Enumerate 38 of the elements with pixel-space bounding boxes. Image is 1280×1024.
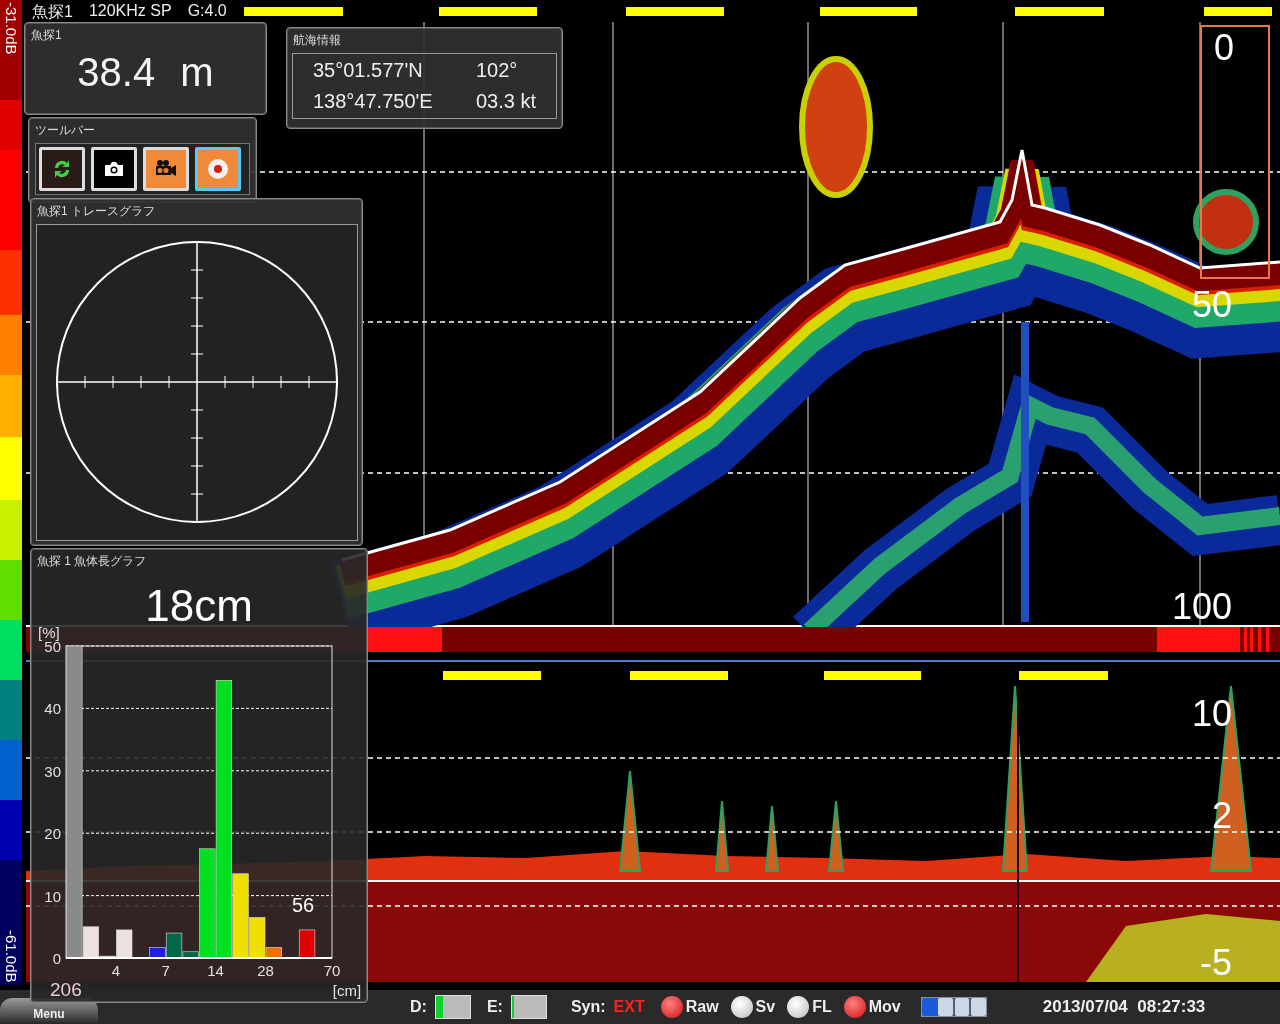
axis-label: 40 [44, 700, 61, 718]
heading-value: 102° [475, 59, 519, 82]
gain-label: G:4.0 [187, 2, 227, 21]
panel-title: 魚探 1 魚体長グラフ [36, 553, 148, 570]
sync-label: Syn: [570, 998, 606, 1016]
depth-label: 100 [1171, 589, 1232, 625]
axis-label: 20 [44, 825, 61, 843]
fish-size-reading: 18cm [144, 584, 254, 628]
panel-title: ツールバー [34, 122, 96, 139]
axis-label: 30 [44, 762, 61, 780]
axis-label: 10 [44, 887, 61, 905]
latitude-value: 35°01.577'N [313, 59, 424, 82]
axis-label: 70 [323, 962, 341, 979]
scale-label: -61.0dB [2, 929, 20, 985]
indicator-label: E: [486, 998, 503, 1016]
depth-label: 0 [1213, 30, 1234, 66]
sync-value: EXT [613, 998, 645, 1016]
panel-title: 魚探1 トレースグラフ [36, 203, 156, 220]
count-total: 206 [50, 979, 82, 1000]
speed-value: 03.3 kt [475, 90, 536, 113]
longitude-value: 138°47.750'E [313, 90, 434, 113]
frequency-label: 120KHz SP [88, 2, 172, 21]
depth-label: -5 [1200, 945, 1232, 981]
axis-label: 14 [207, 962, 224, 979]
axis-label: 4 [111, 962, 121, 979]
panel-title: 航海情報 [292, 32, 342, 49]
axis-unit: [cm] [332, 982, 362, 999]
panel-title: 魚探1 [30, 27, 63, 44]
channel-label: 魚探1 [32, 2, 73, 22]
indicator-label: D: [410, 998, 427, 1016]
axis-label: 28 [257, 962, 274, 979]
bar-count: 56 [291, 894, 315, 916]
axis-label: 0 [52, 950, 61, 967]
date-time: 2013/07/04 08:27:33 [1042, 997, 1206, 1017]
depth-label: 50 [1191, 287, 1232, 323]
scale-label: -31.0dB [2, 1, 20, 57]
depth-reading: 38.4 m [76, 50, 215, 95]
axis-label: 7 [161, 962, 170, 979]
